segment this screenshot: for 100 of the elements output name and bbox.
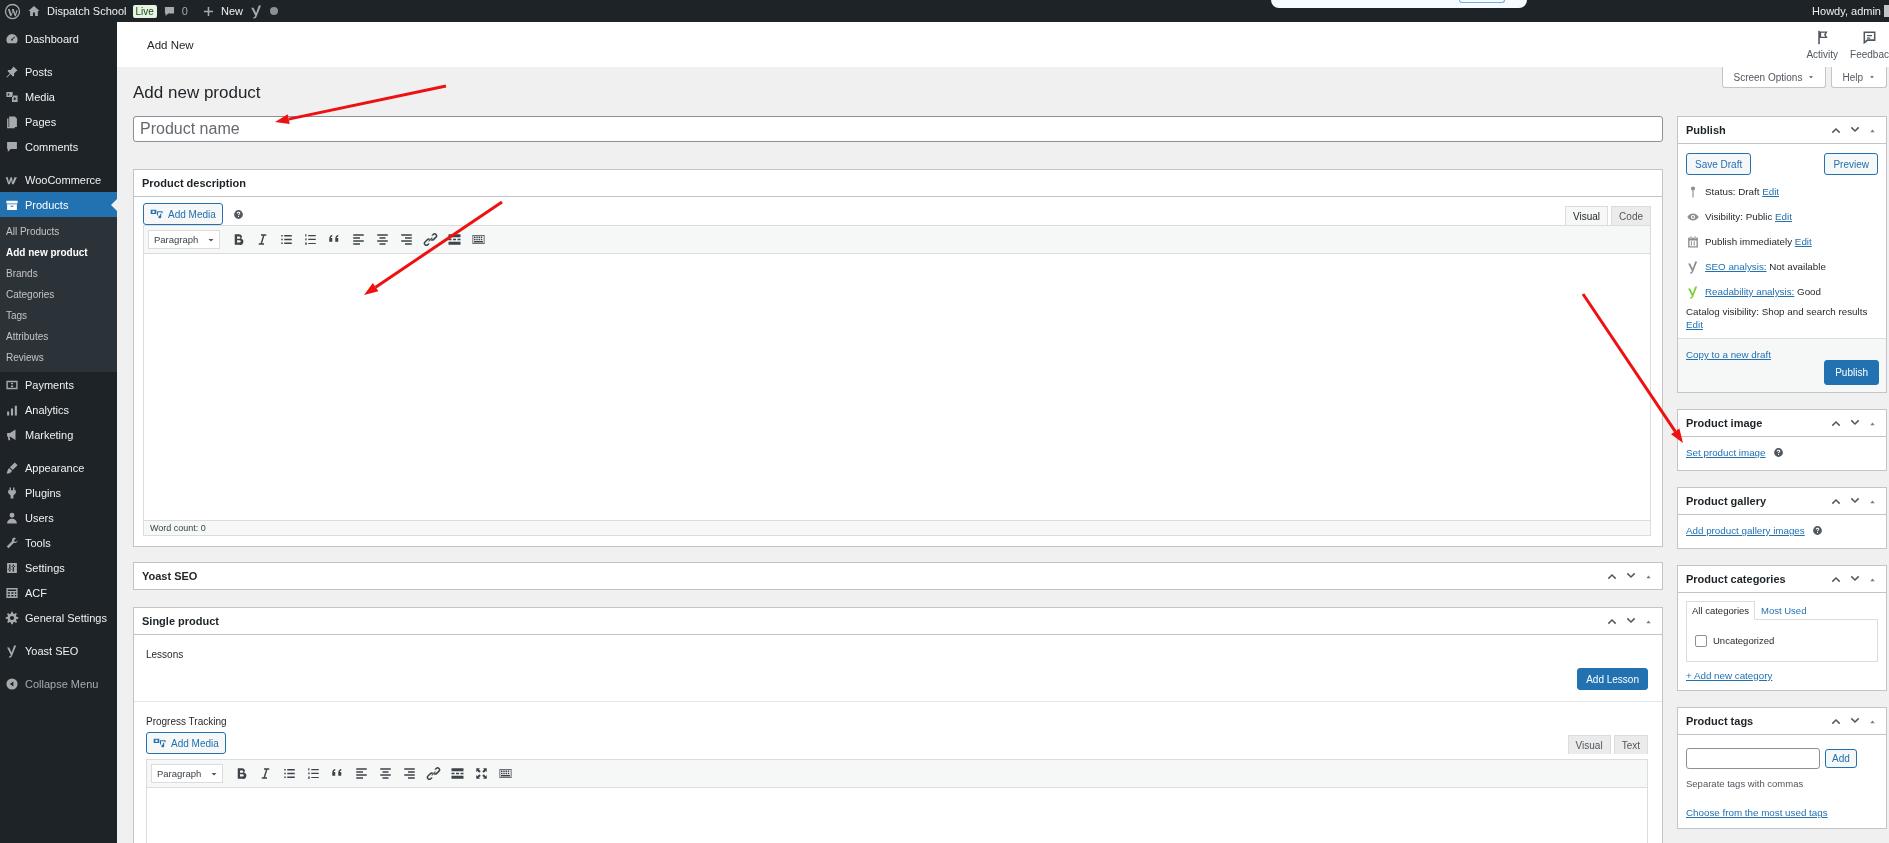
plus-icon[interactable] xyxy=(202,4,215,18)
menu-item[interactable]: Comments xyxy=(0,134,117,159)
status-text: Visibility: Public Edit xyxy=(1705,210,1792,223)
media-icon xyxy=(5,89,19,104)
align-right-icon[interactable] xyxy=(399,232,414,247)
help-icon[interactable] xyxy=(1772,447,1784,458)
menu-item[interactable]: Posts xyxy=(0,59,117,84)
edit-link[interactable]: Edit xyxy=(1775,211,1792,222)
analysis-text: SEO analysis: Not available xyxy=(1705,260,1826,273)
help-icon[interactable] xyxy=(1811,525,1823,536)
submenu-item[interactable]: Tags xyxy=(0,305,117,326)
menu-item[interactable]: ACF xyxy=(0,580,117,605)
checkbox[interactable] xyxy=(1695,634,1707,647)
pages-icon xyxy=(5,114,19,129)
submenu-item[interactable]: Reviews xyxy=(0,347,117,368)
menu-item[interactable]: Settings xyxy=(0,555,117,580)
format-dropdown[interactable]: Paragraph xyxy=(151,764,223,783)
menu-item[interactable]: General Settings xyxy=(0,605,117,630)
menu-item[interactable]: Media xyxy=(0,84,117,109)
menu-item[interactable]: Analytics xyxy=(0,397,117,422)
add-media-button[interactable]: Add Media xyxy=(146,732,226,754)
panel-title: Publish xyxy=(1686,124,1726,136)
align-left-icon[interactable] xyxy=(351,232,366,247)
wordpress-logo-icon[interactable] xyxy=(4,2,21,20)
publish-button[interactable]: Publish xyxy=(1824,360,1879,385)
menu-item[interactable]: Dashboard xyxy=(0,26,117,51)
format-dropdown[interactable]: Paragraph xyxy=(148,230,220,249)
home-icon[interactable] xyxy=(27,4,41,18)
read-more-icon[interactable] xyxy=(447,232,462,247)
pushpin-icon xyxy=(5,64,19,79)
greeting-link[interactable]: Howdy, admin xyxy=(1812,5,1881,17)
menu-item[interactable]: Yoast SEO xyxy=(0,638,117,663)
speech-bubble-icon[interactable] xyxy=(162,4,176,18)
sliders-icon xyxy=(5,560,19,575)
editor-tab[interactable]: Text xyxy=(1613,735,1648,754)
submenu-item[interactable]: Categories xyxy=(0,284,117,305)
align-left-icon[interactable] xyxy=(354,766,369,781)
numbered-list-icon[interactable] xyxy=(303,232,318,247)
add-lesson-button[interactable]: Add Lesson xyxy=(1577,668,1648,690)
y-logo-icon[interactable] xyxy=(249,3,264,19)
tag-field[interactable] xyxy=(1686,748,1820,769)
keyboard-icon[interactable] xyxy=(471,232,486,247)
header-action[interactable]: Activity xyxy=(1806,29,1839,60)
gear-icon xyxy=(5,610,19,625)
collapse-menu-button[interactable]: Collapse Menu xyxy=(0,671,117,696)
category-tab[interactable]: All categories xyxy=(1686,601,1756,620)
submenu-item[interactable]: All Products xyxy=(0,221,117,242)
menu-item[interactable]: Users xyxy=(0,505,117,530)
keyboard-icon[interactable] xyxy=(498,766,513,781)
submenu-item[interactable]: Brands xyxy=(0,263,117,284)
set-image-link[interactable]: Set product image xyxy=(1686,447,1766,458)
screen-tab[interactable]: Help xyxy=(1831,67,1887,88)
add-media-button[interactable]: Add Media xyxy=(143,203,223,225)
speech-bubble-icon xyxy=(5,139,19,154)
fullscreen-icon[interactable] xyxy=(474,766,489,781)
media-icon xyxy=(150,207,164,221)
site-name-link[interactable]: Dispatch School xyxy=(47,5,127,17)
link-icon[interactable] xyxy=(423,232,438,247)
analysis-link[interactable]: Readability analysis: xyxy=(1705,286,1795,297)
panel-title: Product image xyxy=(1686,417,1763,429)
align-right-icon[interactable] xyxy=(402,766,417,781)
most-used-tags-link[interactable]: Choose from the most used tags xyxy=(1686,807,1878,818)
category-tab[interactable]: Most Used xyxy=(1755,601,1813,620)
add-category-link[interactable]: + Add new category xyxy=(1686,670,1773,681)
menu-item[interactable]: WooCommerce xyxy=(0,167,117,192)
screen-tab[interactable]: Screen Options xyxy=(1722,67,1827,88)
link-icon[interactable] xyxy=(426,766,441,781)
add-tag-button[interactable]: Add xyxy=(1825,749,1857,768)
menu-item[interactable]: Pages xyxy=(0,109,117,134)
menu-item[interactable]: Plugins xyxy=(0,480,117,505)
edit-link[interactable]: Edit xyxy=(1686,319,1703,330)
new-link[interactable]: New xyxy=(221,5,243,17)
numbered-list-icon[interactable] xyxy=(306,766,321,781)
preview-button[interactable]: Preview xyxy=(1824,153,1878,175)
panel-title: Product tags xyxy=(1686,715,1754,727)
menu-item[interactable]: Tools xyxy=(0,530,117,555)
header-action[interactable]: Feedbac xyxy=(1850,29,1889,60)
align-center-icon[interactable] xyxy=(378,766,393,781)
bulleted-list-icon[interactable] xyxy=(279,232,294,247)
menu-item[interactable]: Products xyxy=(0,192,117,217)
save-draft-button[interactable]: Save Draft xyxy=(1686,153,1752,175)
align-center-icon[interactable] xyxy=(375,232,390,247)
bulleted-list-icon[interactable] xyxy=(282,766,297,781)
submenu-item[interactable]: Attributes xyxy=(0,326,117,347)
copy-draft-link[interactable]: Copy to a new draft xyxy=(1686,349,1771,360)
product-name-field[interactable]: Product name xyxy=(133,116,1663,142)
menu-item[interactable]: Marketing xyxy=(0,422,117,447)
read-more-icon[interactable] xyxy=(450,766,465,781)
editor-tab[interactable]: Code xyxy=(1611,206,1651,225)
menu-item[interactable]: Payments xyxy=(0,372,117,397)
editor-tab[interactable]: Visual xyxy=(1565,206,1609,225)
caret-icon xyxy=(1807,73,1816,81)
edit-link[interactable]: Edit xyxy=(1762,186,1780,197)
help-icon[interactable] xyxy=(232,208,244,220)
menu-item[interactable]: Appearance xyxy=(0,455,117,480)
editor-tab[interactable]: Visual xyxy=(1567,735,1611,754)
analysis-link[interactable]: SEO analysis: xyxy=(1705,261,1767,272)
edit-link[interactable]: Edit xyxy=(1794,236,1812,247)
submenu-item[interactable]: Add new product xyxy=(0,242,117,263)
add-gallery-link[interactable]: Add product gallery images xyxy=(1686,525,1805,536)
